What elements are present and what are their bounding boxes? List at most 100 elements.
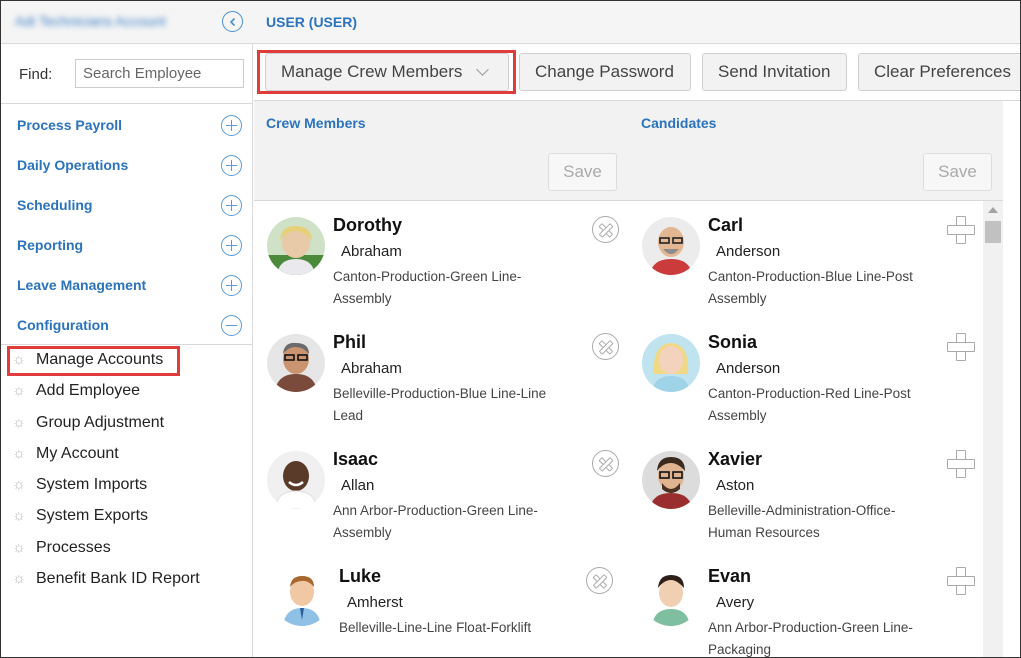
scroll-up-arrow-icon[interactable]	[988, 207, 998, 213]
crew-member-card: Dorothy Abraham Canton-Production-Green …	[254, 202, 619, 312]
person-last-name: Anderson	[716, 360, 781, 377]
menu-daily-operations[interactable]: Daily Operations	[1, 144, 252, 184]
person-department: Canton-Production-Blue Line-Post Assembl…	[708, 269, 913, 306]
person-first-name: Sonia	[708, 332, 758, 352]
expand-plus-icon[interactable]	[221, 275, 242, 296]
find-row: Find:	[1, 44, 252, 104]
expand-plus-icon[interactable]	[221, 195, 242, 216]
submenu-processes[interactable]: ☼ Processes	[1, 533, 252, 564]
menu-reporting[interactable]: Reporting	[1, 224, 252, 264]
expand-plus-icon[interactable]	[221, 115, 242, 136]
submenu-system-exports[interactable]: ☼ System Exports	[1, 501, 252, 532]
menu-scheduling[interactable]: Scheduling	[1, 184, 252, 224]
submenu-group-adjustment[interactable]: ☼ Group Adjustment	[1, 408, 252, 439]
menu-label: Process Payroll	[17, 117, 123, 133]
menu-leave-management[interactable]: Leave Management	[1, 264, 252, 304]
remove-circle-icon[interactable]	[592, 450, 619, 477]
app-window: Adi Technicians Account USER (USER) Find…	[0, 0, 1021, 658]
avatar	[642, 334, 700, 392]
find-label: Find:	[19, 66, 53, 83]
gear-icon: ☼	[12, 382, 26, 400]
save-crew-button[interactable]: Save	[548, 153, 617, 191]
person-first-name: Luke	[339, 566, 382, 586]
submenu-label: My Account	[36, 444, 119, 462]
add-plus-icon[interactable]	[947, 567, 975, 595]
scrollbar[interactable]	[983, 201, 1003, 657]
add-plus-icon[interactable]	[947, 450, 975, 478]
candidate-card: Xavier Aston Belleville-Administration-O…	[629, 436, 989, 546]
candidate-card: Sonia Anderson Canton-Production-Red Lin…	[629, 319, 989, 429]
main-panel: Manage Crew Members Change Password Send…	[254, 44, 1020, 657]
person-last-name: Anderson	[716, 243, 781, 260]
submenu-system-imports[interactable]: ☼ System Imports	[1, 470, 252, 501]
gear-icon: ☼	[12, 444, 26, 462]
avatar	[642, 217, 700, 275]
page-title: USER (USER)	[266, 14, 358, 30]
remove-circle-icon[interactable]	[592, 333, 619, 360]
crew-member-card: Isaac Allan Ann Arbor-Production-Green L…	[254, 436, 619, 546]
menu-process-payroll[interactable]: Process Payroll	[1, 104, 252, 144]
person-first-name: Evan	[708, 566, 752, 586]
person-first-name: Dorothy	[333, 215, 402, 235]
collapse-minus-icon[interactable]	[221, 315, 242, 336]
submenu-label: Benefit Bank ID Report	[36, 570, 200, 588]
menu-label: Reporting	[17, 237, 84, 253]
send-invitation-button[interactable]: Send Invitation	[702, 53, 847, 91]
clear-preferences-button[interactable]: Clear Preferences	[858, 53, 1020, 91]
dropdown-label: Manage Crew Members	[281, 62, 463, 81]
change-password-button[interactable]: Change Password	[519, 53, 691, 91]
sidebar: Find: Process Payroll Daily Operations S…	[1, 44, 253, 657]
person-last-name: Abraham	[341, 243, 402, 260]
avatar	[267, 334, 325, 392]
search-employee-input[interactable]	[75, 59, 244, 88]
expand-plus-icon[interactable]	[221, 235, 242, 256]
add-plus-icon[interactable]	[947, 333, 975, 361]
person-department: Belleville-Production-Blue Line-Line Lea…	[333, 386, 547, 423]
add-plus-icon[interactable]	[947, 216, 975, 244]
submenu-label: Group Adjustment	[36, 413, 165, 431]
people-list: Dorothy Abraham Canton-Production-Green …	[254, 202, 1003, 657]
person-last-name: Abraham	[341, 360, 402, 377]
crew-members-header: Crew Members	[266, 115, 366, 131]
crew-member-card: Phil Abraham Belleville-Production-Blue …	[254, 319, 619, 429]
expand-plus-icon[interactable]	[221, 155, 242, 176]
avatar	[267, 217, 325, 275]
submenu-add-employee[interactable]: ☼ Add Employee	[1, 376, 252, 407]
remove-circle-icon[interactable]	[592, 216, 619, 243]
save-row: Save Save	[254, 145, 1003, 201]
person-department: Canton-Production-Red Line-Post Assembly	[708, 386, 911, 423]
toolbar: Manage Crew Members Change Password Send…	[254, 44, 1020, 101]
submenu-manage-accounts[interactable]: ☼ Manage Accounts	[1, 345, 252, 376]
avatar	[267, 451, 325, 509]
scroll-thumb[interactable]	[985, 221, 1001, 243]
manage-crew-members-dropdown[interactable]: Manage Crew Members	[265, 53, 509, 91]
menu-label: Scheduling	[17, 197, 93, 213]
chevron-left-icon	[229, 17, 235, 26]
remove-circle-icon[interactable]	[586, 567, 613, 594]
gear-icon: ☼	[12, 538, 26, 556]
candidate-card: Evan Avery Ann Arbor-Production-Green Li…	[629, 553, 989, 657]
person-first-name: Xavier	[708, 449, 763, 469]
save-candidates-button[interactable]: Save	[923, 153, 992, 191]
top-header: Adi Technicians Account USER (USER)	[1, 1, 1020, 44]
submenu-label: Manage Accounts	[36, 351, 164, 368]
submenu-label: System Imports	[36, 476, 148, 494]
candidate-card: Carl Anderson Canton-Production-Blue Lin…	[629, 202, 989, 312]
gear-icon: ☼	[12, 476, 26, 494]
submenu-my-account[interactable]: ☼ My Account	[1, 439, 252, 470]
submenu-benefit-bank-id-report[interactable]: ☼ Benefit Bank ID Report	[1, 564, 252, 595]
gear-icon: ☼	[12, 413, 26, 431]
submenu-label: Add Employee	[36, 382, 141, 400]
collapse-sidebar-button[interactable]	[222, 11, 243, 32]
menu-label: Daily Operations	[17, 157, 129, 173]
menu-configuration[interactable]: Configuration	[1, 304, 252, 344]
submenu-label: Processes	[36, 538, 111, 556]
candidates-header: Candidates	[641, 115, 717, 131]
chevron-down-icon	[476, 63, 490, 76]
person-last-name: Amherst	[347, 594, 403, 611]
person-last-name: Avery	[716, 594, 755, 611]
menu-label: Configuration	[17, 317, 109, 333]
avatar	[642, 568, 700, 626]
person-department: Canton-Production-Green Line-Assembly	[333, 269, 522, 306]
configuration-submenu: ☼ Manage Accounts ☼ Add Employee ☼ Group…	[1, 344, 252, 595]
